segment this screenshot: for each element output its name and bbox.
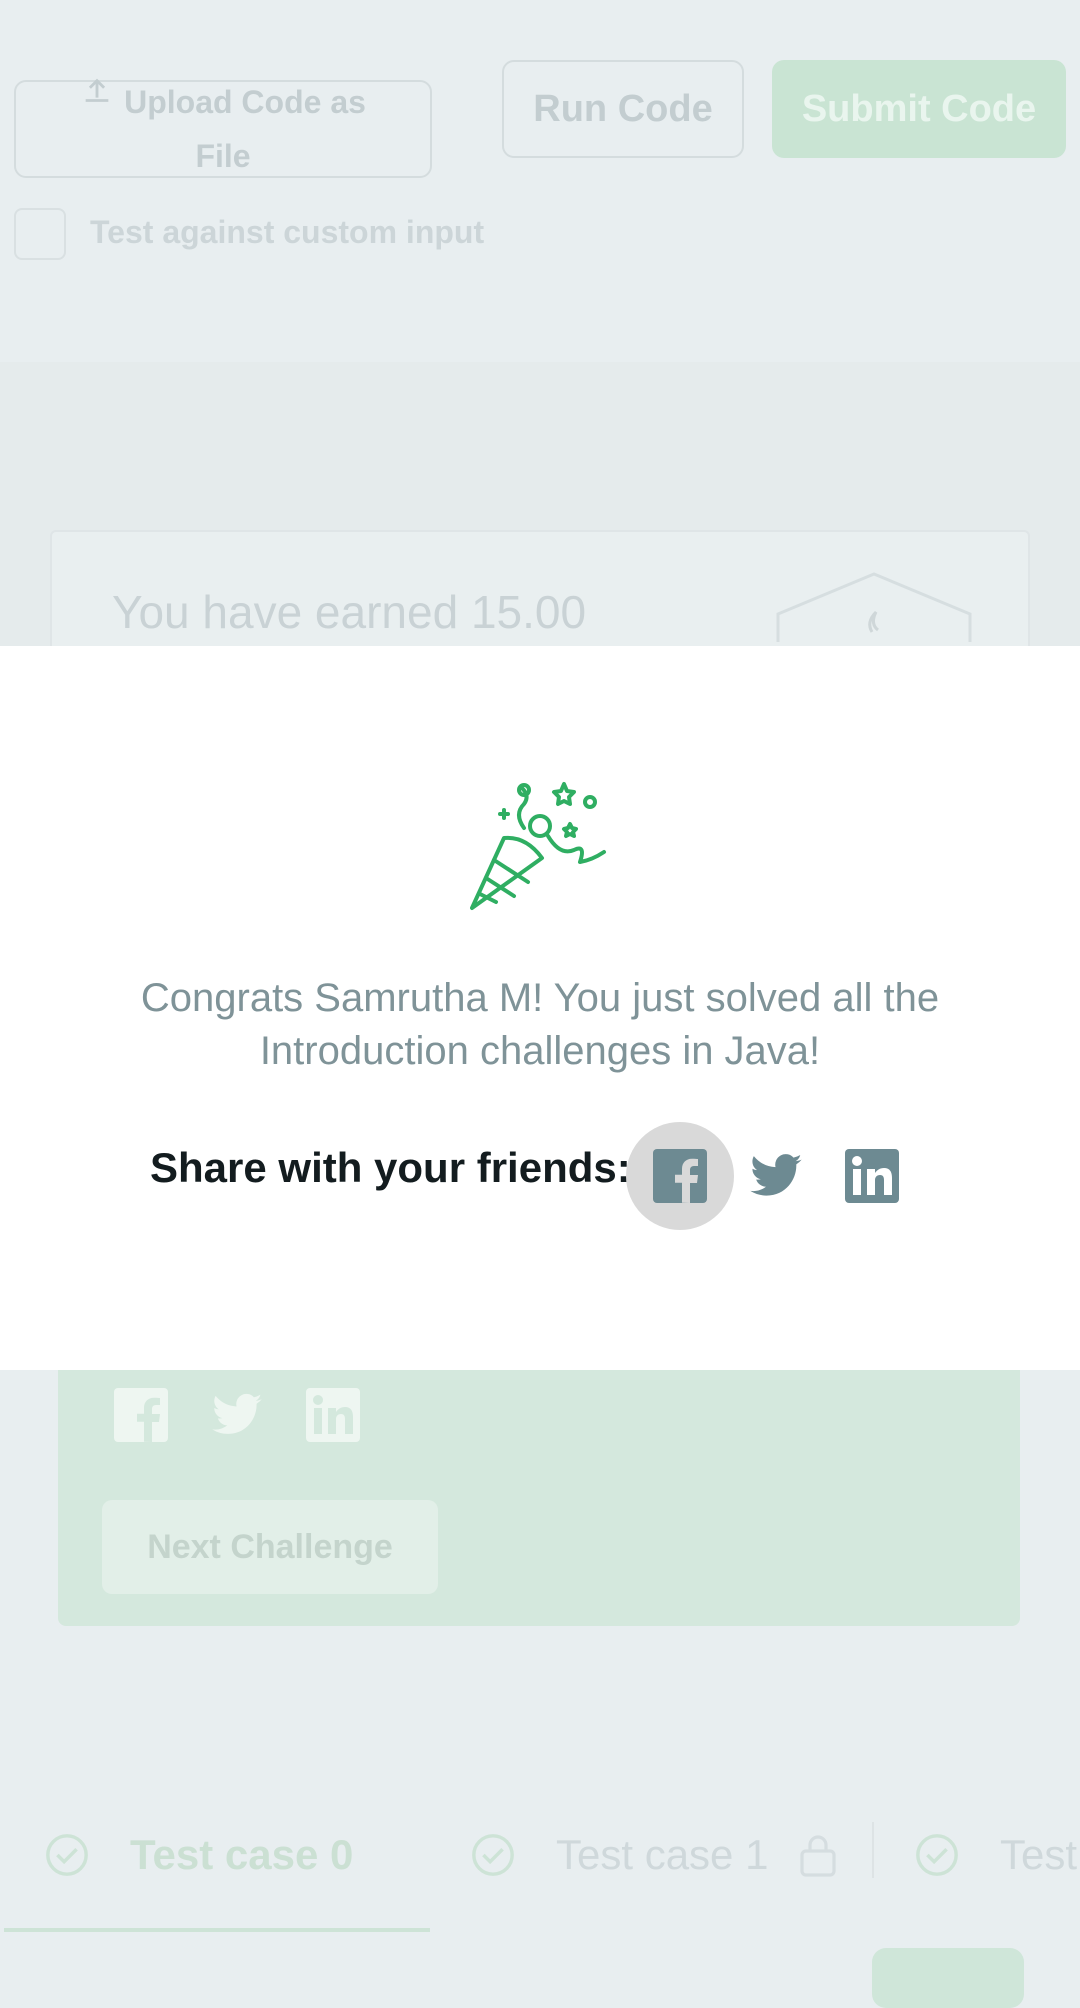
facebook-share-button[interactable] — [626, 1122, 734, 1230]
twitter-faded-icon[interactable] — [210, 1388, 264, 1442]
bottom-action-button[interactable] — [872, 1948, 1024, 2008]
upload-button-label-line1: Upload Code as — [124, 84, 366, 120]
check-circle-icon — [472, 1834, 514, 1876]
tab-test-case-0[interactable]: Test case 0 — [44, 1800, 353, 1910]
upload-code-button[interactable]: Upload Code as File — [14, 78, 432, 178]
tab-label: Test case 0 — [130, 1831, 354, 1878]
submit-code-button[interactable]: Submit Code — [772, 60, 1066, 158]
next-challenge-button[interactable]: Next Challenge — [102, 1500, 438, 1594]
upload-icon — [85, 78, 109, 102]
active-tab-indicator — [4, 1928, 430, 1932]
congrats-modal: Congrats Samrutha M! You just solved all… — [0, 646, 1080, 1370]
lock-icon — [800, 1835, 837, 1877]
share-row: Share with your friends: — [150, 1112, 631, 1224]
run-code-label: Run Code — [533, 87, 713, 130]
twitter-icon — [750, 1154, 802, 1196]
facebook-icon — [653, 1149, 707, 1203]
custom-input-label: Test against custom input — [90, 214, 485, 250]
linkedin-share-button[interactable] — [818, 1122, 926, 1230]
congrats-message: Congrats Samrutha M! You just solved all… — [140, 976, 940, 1073]
tab-test-case-2[interactable]: Test — [914, 1800, 1077, 1910]
custom-input-checkbox[interactable] — [14, 208, 66, 260]
tab-divider — [872, 1822, 874, 1878]
tab-label: Test — [1000, 1831, 1078, 1878]
run-code-button[interactable]: Run Code — [502, 60, 744, 158]
share-label: Share with your friends: — [150, 1144, 631, 1191]
check-circle-icon — [46, 1834, 88, 1876]
linkedin-faded-icon[interactable] — [306, 1388, 360, 1442]
submit-code-label: Submit Code — [801, 87, 1037, 130]
check-circle-icon — [916, 1834, 958, 1876]
facebook-faded-icon[interactable] — [114, 1388, 168, 1442]
tab-label: Test case 1 — [556, 1831, 769, 1878]
party-popper-icon — [470, 782, 606, 910]
linkedin-icon — [845, 1149, 899, 1203]
upload-button-label-line2: File — [195, 138, 251, 174]
tab-test-case-1[interactable]: Test case 1 — [470, 1800, 838, 1910]
earned-text: You have earned 15.00 — [112, 586, 587, 638]
twitter-share-button[interactable] — [722, 1122, 830, 1230]
